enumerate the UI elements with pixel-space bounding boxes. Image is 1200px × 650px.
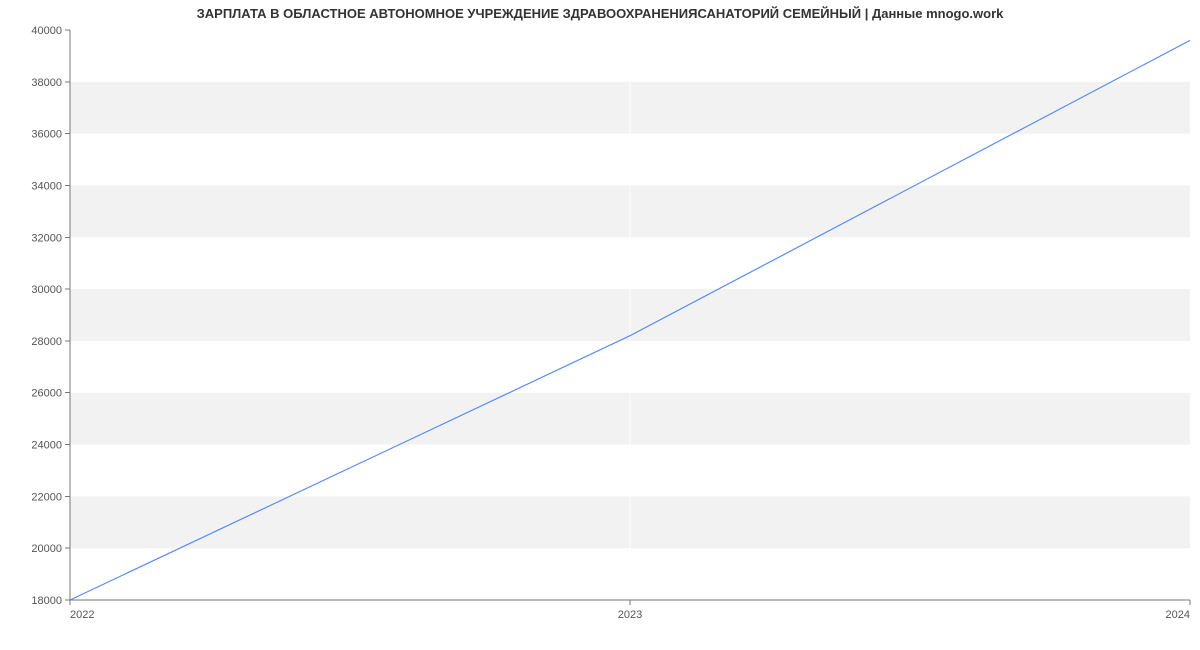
chart-svg: 18000 20000 22000 24000 26000 28000 30000 32000… <box>0 0 1200 650</box>
chart-container: ЗАРПЛАТА В ОБЛАСТНОЕ АВТОНОМНОЕ УЧРЕЖДЕН… <box>0 0 1200 650</box>
x-tick-label: 2022 <box>70 609 94 621</box>
y-tick-label: 26000 <box>31 388 62 400</box>
y-tick-label: 40000 <box>31 25 62 37</box>
y-tick-label: 38000 <box>31 77 62 89</box>
x-tick-label: 2023 <box>618 609 642 621</box>
y-tick-label: 30000 <box>31 284 62 296</box>
y-tick-label: 20000 <box>31 543 62 555</box>
y-tick-label: 28000 <box>31 336 62 348</box>
y-tick-label: 34000 <box>31 180 62 192</box>
x-tick-label: 2024 <box>1166 609 1190 621</box>
y-tick-label: 32000 <box>31 232 62 244</box>
y-tick-label: 18000 <box>31 595 62 607</box>
y-tick-label: 36000 <box>31 129 62 141</box>
y-tick-label: 24000 <box>31 440 62 452</box>
y-tick-label: 22000 <box>31 491 62 503</box>
